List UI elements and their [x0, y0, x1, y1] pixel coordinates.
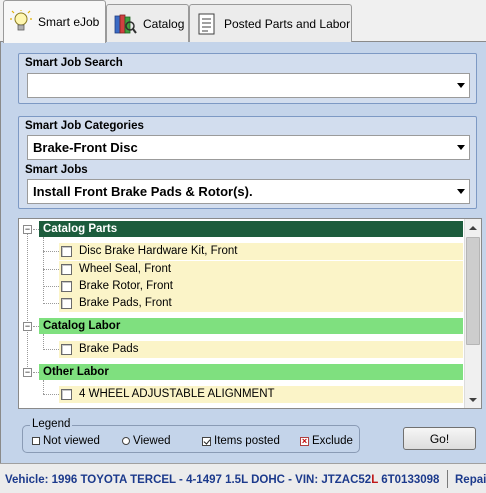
chevron-down-icon[interactable] — [453, 180, 469, 203]
scrollbar-thumb[interactable] — [466, 237, 480, 345]
item-label: Brake Rotor, Front — [79, 280, 173, 292]
repair-info: Repai — [455, 474, 486, 486]
tree-group-catalog-labor[interactable]: − Catalog Labor — [19, 318, 465, 336]
item-checkbox[interactable] — [61, 389, 72, 400]
collapse-icon[interactable]: − — [23, 225, 32, 234]
tree-group-other-labor[interactable]: − Other Labor — [19, 364, 465, 382]
tree-item[interactable]: Brake Pads — [19, 341, 465, 359]
tab-catalog[interactable]: Catalog — [106, 4, 189, 42]
jobs-value: Install Front Brake Pads & Rotor(s). — [33, 184, 253, 199]
status-bar: Vehicle: 1996 TOYOTA TERCEL - 4-1497 1.5… — [0, 463, 486, 493]
legend-items-posted: Items posted — [202, 435, 280, 447]
smart-job-categories-group: Smart Job Categories Brake-Front Disc Sm… — [18, 116, 477, 209]
legend-viewed: Viewed — [122, 435, 171, 447]
tab-posted-parts-labor[interactable]: Posted Parts and Labor — [189, 4, 352, 42]
legend-exclude: × Exclude — [300, 435, 353, 447]
item-label: Brake Pads, Front — [79, 297, 172, 309]
smart-job-search-combo[interactable] — [27, 73, 470, 98]
catalog-books-icon — [113, 11, 137, 37]
smart-ejob-panel: Smart Job Search Smart Job Categories Br… — [0, 42, 486, 463]
checked-box-icon — [202, 436, 211, 446]
item-label: Disc Brake Hardware Kit, Front — [79, 245, 238, 257]
vertical-scrollbar[interactable] — [464, 219, 481, 408]
status-separator — [447, 470, 448, 488]
document-list-icon — [196, 11, 218, 37]
tree-item[interactable]: Brake Rotor, Front — [19, 278, 465, 296]
tab-label: Posted Parts and Labor — [224, 16, 351, 31]
collapse-icon[interactable]: − — [23, 368, 32, 377]
tree-item[interactable]: 4 WHEEL ADJUSTABLE ALIGNMENT — [19, 386, 465, 404]
tree-item[interactable]: Wheel Seal, Front — [19, 261, 465, 279]
chevron-down-icon[interactable] — [453, 136, 469, 159]
empty-box-icon — [32, 437, 40, 445]
item-checkbox[interactable] — [61, 298, 72, 309]
tree-item[interactable]: Brake Pads, Front — [19, 295, 465, 313]
go-button[interactable]: Go! — [403, 427, 476, 450]
item-checkbox[interactable] — [61, 281, 72, 292]
vehicle-info: Vehicle: 1996 TOYOTA TERCEL - 4-1497 1.5… — [5, 474, 440, 486]
chevron-down-icon[interactable] — [453, 74, 469, 97]
smart-job-tree[interactable]: − Catalog Parts Disc Brake Hardware Kit,… — [18, 218, 482, 409]
legend-box: Legend Not viewed Viewed Items posted × … — [22, 418, 360, 453]
tree-item[interactable]: Disc Brake Hardware Kit, Front — [19, 243, 465, 261]
smart-job-categories-combo[interactable]: Brake-Front Disc — [27, 135, 470, 160]
collapse-icon[interactable]: − — [23, 322, 32, 331]
item-label: Brake Pads — [79, 343, 139, 355]
group-header: Catalog Parts — [39, 221, 463, 237]
legend-title: Legend — [30, 418, 73, 430]
smart-job-search-group: Smart Job Search — [18, 53, 477, 104]
tab-label: Catalog — [143, 16, 185, 31]
tab-smart-ejob[interactable]: Smart eJob — [3, 0, 106, 43]
tab-strip: Smart eJob Catalog Posted Parts and Labo… — [0, 0, 486, 43]
item-checkbox[interactable] — [61, 264, 72, 275]
smart-job-search-title: Smart Job Search — [25, 57, 123, 69]
scroll-up-icon[interactable] — [465, 219, 481, 236]
item-checkbox[interactable] — [61, 246, 72, 257]
tree-group-catalog-parts[interactable]: − Catalog Parts — [19, 221, 465, 239]
item-checkbox[interactable] — [61, 344, 72, 355]
categories-value: Brake-Front Disc — [33, 140, 138, 155]
tab-label: Smart eJob — [38, 15, 100, 29]
lightbulb-icon — [10, 9, 32, 35]
group-header: Other Labor — [39, 364, 463, 380]
legend-not-viewed: Not viewed — [32, 435, 100, 447]
scroll-down-icon[interactable] — [465, 391, 481, 408]
exclude-x-icon: × — [300, 435, 309, 446]
circle-icon — [122, 437, 130, 445]
item-label: 4 WHEEL ADJUSTABLE ALIGNMENT — [79, 388, 275, 400]
smart-jobs-title: Smart Jobs — [25, 164, 88, 176]
item-label: Wheel Seal, Front — [79, 263, 172, 275]
smart-jobs-combo[interactable]: Install Front Brake Pads & Rotor(s). — [27, 179, 470, 204]
smart-job-categories-title: Smart Job Categories — [25, 120, 144, 132]
group-header: Catalog Labor — [39, 318, 463, 334]
